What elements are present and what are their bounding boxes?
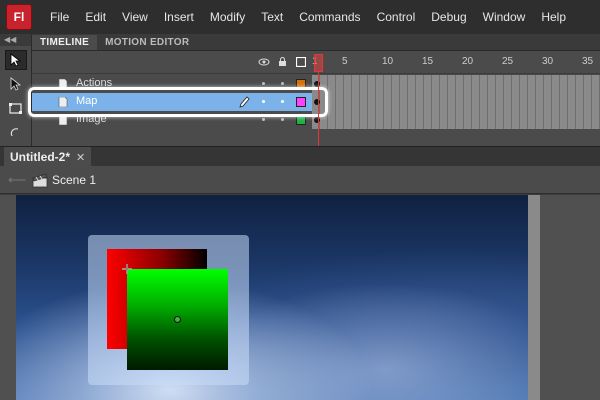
scene-bar: ⟵ Scene 1: [0, 166, 600, 194]
outline-icon[interactable]: [295, 56, 307, 70]
menu-view[interactable]: View: [114, 0, 156, 34]
frames-track[interactable]: [312, 93, 600, 111]
playhead-handle[interactable]: [314, 54, 323, 72]
layer-icon: [58, 97, 68, 107]
frame-number: 20: [462, 56, 474, 67]
menu-control[interactable]: Control: [369, 0, 424, 34]
tab-motion-editor[interactable]: MOTION EDITOR: [97, 35, 197, 50]
document-tab[interactable]: Untitled-2* ✕: [4, 147, 92, 167]
collapse-icon[interactable]: ◀◀: [0, 34, 31, 46]
visibility-dot[interactable]: [262, 118, 265, 121]
lock-dot[interactable]: [281, 82, 284, 85]
frames-track[interactable]: [312, 111, 600, 129]
menu-debug[interactable]: Debug: [423, 0, 474, 34]
layer-name: Image: [76, 113, 107, 125]
crosshair-icon: [122, 264, 132, 274]
frame-ruler: 1 5 10 15 20 25 30 35: [310, 56, 600, 70]
playhead[interactable]: [314, 54, 323, 146]
menu-bar: Fl File Edit View Insert Modify Text Com…: [0, 0, 600, 34]
frame-number: 35: [582, 56, 594, 67]
timeline-tabs: TIMELINE MOTION EDITOR: [32, 34, 600, 51]
layer-icon: [58, 79, 68, 89]
menu-file[interactable]: File: [42, 0, 77, 34]
layer-info: Actions: [32, 75, 324, 93]
layer-color-swatch[interactable]: [296, 115, 306, 125]
frame-number: 25: [502, 56, 514, 67]
lasso-tool-icon[interactable]: [5, 122, 27, 142]
frame-number: 10: [382, 56, 394, 67]
layer-color-swatch[interactable]: [296, 97, 306, 107]
layer-info: Map: [32, 93, 324, 111]
stage-edge: [528, 195, 540, 400]
close-icon[interactable]: ✕: [76, 151, 85, 164]
subselection-tool-icon[interactable]: [5, 74, 27, 94]
menu-window[interactable]: Window: [475, 0, 534, 34]
layer-color-swatch[interactable]: [296, 79, 306, 89]
frames-track[interactable]: [312, 75, 600, 93]
visibility-dot[interactable]: [262, 82, 265, 85]
free-transform-tool-icon[interactable]: [5, 98, 27, 118]
menu-help[interactable]: Help: [533, 0, 574, 34]
document-tab-label: Untitled-2*: [10, 150, 70, 164]
menu-commands[interactable]: Commands: [291, 0, 368, 34]
menu-insert[interactable]: Insert: [156, 0, 202, 34]
layer-info: Image: [32, 111, 324, 129]
menu-modify[interactable]: Modify: [202, 0, 253, 34]
visibility-dot[interactable]: [262, 100, 265, 103]
frame-number: 5: [342, 56, 348, 67]
document-tab-bar: Untitled-2* ✕: [0, 146, 600, 167]
playhead-line: [318, 72, 319, 146]
menu-edit[interactable]: Edit: [77, 0, 114, 34]
eye-icon[interactable]: [258, 58, 270, 69]
app-logo: Fl: [6, 4, 32, 30]
selection-tool-icon[interactable]: [4, 50, 27, 70]
pasteboard: [540, 195, 600, 400]
tab-timeline[interactable]: TIMELINE: [32, 35, 98, 50]
frame-number: 15: [422, 56, 434, 67]
back-arrow-icon[interactable]: ⟵: [8, 172, 27, 188]
lock-icon[interactable]: [278, 57, 287, 70]
lock-dot[interactable]: [281, 118, 284, 121]
frame-number: 30: [542, 56, 554, 67]
registration-point-icon[interactable]: [174, 316, 181, 323]
layer-name: Map: [76, 95, 98, 107]
lock-dot[interactable]: [281, 100, 284, 103]
layer-name: Actions: [76, 77, 113, 89]
pencil-icon[interactable]: [238, 95, 250, 112]
layer-icon: [58, 115, 68, 125]
menu-text[interactable]: Text: [253, 0, 291, 34]
clapperboard-icon: [32, 173, 48, 187]
tools-panel: ◀◀: [0, 34, 32, 146]
scene-label[interactable]: Scene 1: [52, 173, 96, 187]
